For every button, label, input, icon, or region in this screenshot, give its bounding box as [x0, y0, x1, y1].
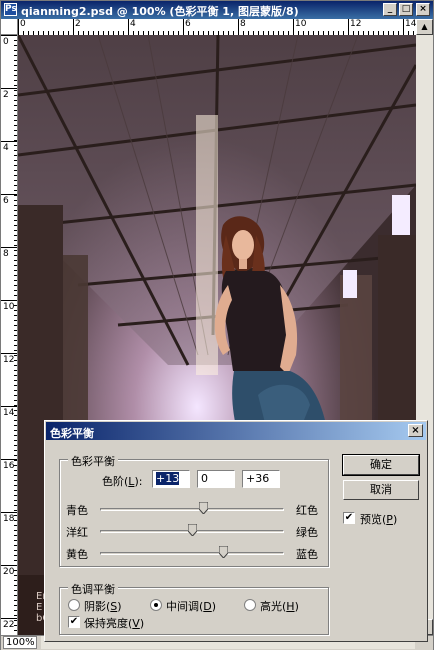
- tone-balance-group: 色调平衡 阴影(S) 中间调(D) 高光(H) ✔ 保持亮度(V): [59, 581, 329, 635]
- photoshop-doc-icon: Ps: [4, 3, 17, 16]
- cyan-red-slider[interactable]: [100, 502, 284, 516]
- preview-label: 预览(P): [360, 513, 398, 526]
- ruler-major-tick: [403, 19, 404, 35]
- color-balance-group: 色彩平衡 色阶(L): +13 0 +36 青色 红色 洋红 绿色 黄色 蓝色: [59, 453, 329, 567]
- close-button[interactable]: ×: [416, 3, 430, 16]
- vertical-ruler[interactable]: 0 2 4 6 8 10 12 14 16 18 20 22: [1, 35, 18, 635]
- preserve-luminosity-label: 保持亮度(V): [84, 617, 145, 630]
- ruler-left-label: 6: [3, 196, 9, 206]
- slider-left-label-magenta: 洋红: [66, 526, 88, 539]
- ruler-left-label: 22: [3, 620, 15, 630]
- level-cyan-red-input[interactable]: +13: [152, 470, 190, 488]
- ruler-major-tick: [238, 19, 239, 35]
- level-yellow-blue-input[interactable]: +36: [242, 470, 280, 488]
- ruler-left-label: 0: [3, 37, 9, 47]
- ruler-left-label: 8: [3, 249, 9, 259]
- midtones-radio[interactable]: [150, 599, 162, 611]
- slider-left-label-yellow: 黄色: [66, 548, 88, 561]
- ruler-major-tick: [293, 19, 294, 35]
- slider-thumb[interactable]: [187, 524, 197, 536]
- highlights-radio[interactable]: [244, 599, 256, 611]
- slider-right-label-red: 红色: [296, 504, 318, 517]
- level-magenta-green-input[interactable]: 0: [197, 470, 235, 488]
- highlights-label: 高光(H): [260, 600, 299, 613]
- ruler-major-tick: [73, 19, 74, 35]
- ruler-left-label: 20: [3, 567, 15, 577]
- shadows-radio[interactable]: [68, 599, 80, 611]
- zoom-field[interactable]: 100%: [3, 636, 37, 649]
- ruler-left-label: 10: [3, 302, 15, 312]
- maximize-button[interactable]: □: [399, 3, 413, 16]
- ruler-major-tick: [183, 19, 184, 35]
- tone-balance-group-label: 色调平衡: [68, 581, 118, 597]
- dialog-titlebar[interactable]: 色彩平衡 ×: [46, 422, 426, 440]
- ruler-left-label: 14: [3, 408, 15, 418]
- slider-thumb[interactable]: [219, 546, 228, 558]
- preserve-luminosity-checkbox[interactable]: ✔: [68, 616, 80, 628]
- dialog-close-button[interactable]: ×: [408, 424, 423, 437]
- ruler-top-label: 8: [240, 19, 246, 29]
- ruler-corner[interactable]: [1, 19, 18, 35]
- shadows-label: 阴影(S): [84, 600, 122, 613]
- preview-checkbox[interactable]: ✔: [343, 512, 355, 524]
- slider-right-label-blue: 蓝色: [296, 548, 318, 561]
- slider-track: [100, 508, 284, 511]
- slider-track: [100, 552, 284, 555]
- ruler-top-label: 14: [405, 19, 416, 29]
- slider-right-label-green: 绿色: [296, 526, 318, 539]
- ruler-major-tick: [348, 19, 349, 35]
- cancel-button[interactable]: 取消: [343, 480, 419, 500]
- slider-thumb[interactable]: [198, 502, 208, 514]
- ruler-top-label: 2: [75, 19, 81, 29]
- levels-label: 色阶(L):: [102, 475, 143, 488]
- ruler-top-label: 10: [295, 19, 307, 29]
- ruler-left-label: 4: [3, 143, 9, 153]
- color-balance-dialog: 色彩平衡 × 色彩平衡 色阶(L): +13 0 +36 青色 红色 洋红 绿色…: [44, 420, 428, 642]
- ruler-major-tick: [128, 19, 129, 35]
- midtones-label: 中间调(D): [166, 600, 217, 613]
- window-titlebar[interactable]: Ps qianming2.psd @ 100% (色彩平衡 1, 图层蒙版/8)…: [1, 1, 433, 19]
- window-title: qianming2.psd @ 100% (色彩平衡 1, 图层蒙版/8): [21, 5, 299, 18]
- ok-button[interactable]: 确定: [342, 454, 420, 476]
- ruler-top-label: 0: [20, 19, 26, 29]
- yellow-blue-slider[interactable]: [100, 546, 284, 560]
- horizontal-ruler[interactable]: 0 2 4 6 8 10 12 14: [18, 19, 416, 36]
- ruler-top-label: 12: [350, 19, 362, 29]
- ruler-top-label: 4: [130, 19, 136, 29]
- dialog-title: 色彩平衡: [50, 427, 94, 440]
- ruler-major-tick: [18, 19, 19, 35]
- color-balance-group-label: 色彩平衡: [68, 453, 118, 469]
- minimize-button[interactable]: _: [383, 3, 397, 16]
- magenta-green-slider[interactable]: [100, 524, 284, 538]
- scroll-up-arrow[interactable]: ▲: [416, 19, 433, 35]
- ruler-top-label: 6: [185, 19, 191, 29]
- ruler-left-label: 2: [3, 90, 9, 100]
- ruler-left-label: 18: [3, 514, 15, 524]
- ruler-left-label: 12: [3, 355, 15, 365]
- ruler-left-label: 16: [3, 461, 15, 471]
- slider-left-label-cyan: 青色: [66, 504, 88, 517]
